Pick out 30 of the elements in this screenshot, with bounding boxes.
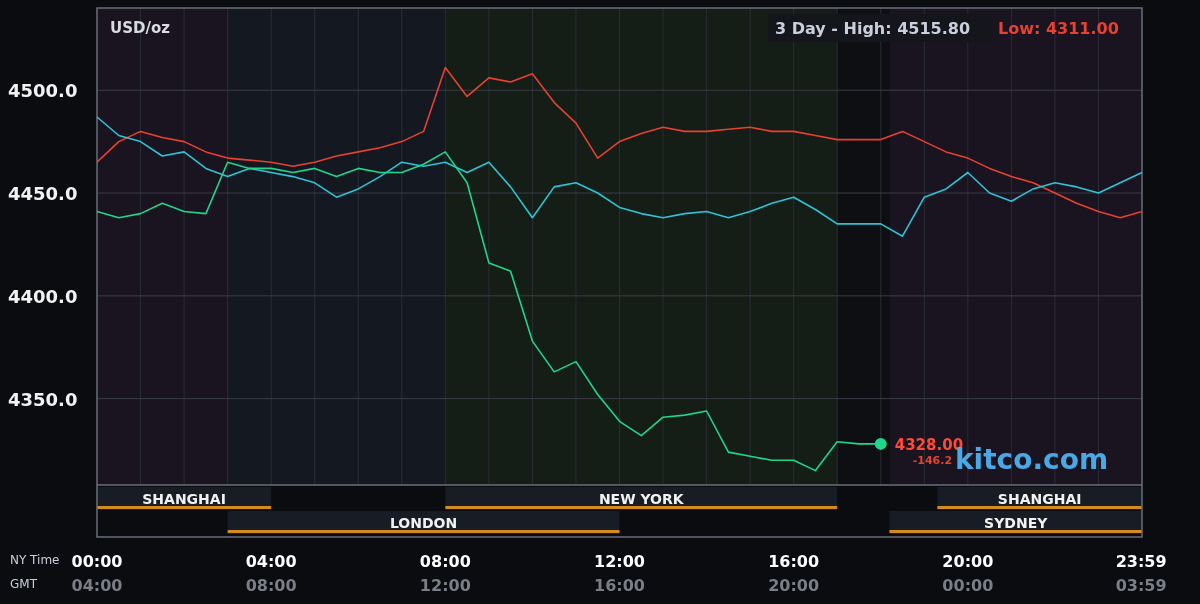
x-axis-label: 20:00 — [942, 552, 994, 571]
y-axis-label: 4450.0 — [8, 183, 78, 205]
unit-label: USD/oz — [110, 19, 170, 37]
gmt-label: 16:00 — [594, 576, 645, 595]
price-change: -146.2 — [912, 453, 953, 467]
x-axis-label: 23:59 — [1115, 552, 1167, 571]
y-axis-label: 4350.0 — [8, 388, 78, 410]
range-label: 3 Day - High: 4515.80 — [775, 19, 971, 38]
x-axis-label: 00:00 — [71, 552, 123, 571]
x-axis-label: 12:00 — [594, 552, 645, 571]
x-axis-label: 16:00 — [768, 552, 820, 571]
gmt-label: 03:59 — [1115, 576, 1167, 595]
low-label: Low: 4311.00 — [998, 19, 1119, 38]
y-axis-label: 4500.0 — [8, 80, 78, 102]
session-bar: SHANGHAI — [97, 487, 272, 510]
last-price-dot — [874, 437, 887, 450]
y-axis-label: 4400.0 — [8, 285, 78, 307]
gmt-label: 00:00 — [942, 576, 994, 595]
session-bar: LONDON — [227, 511, 620, 534]
gmt-label: 04:00 — [71, 576, 123, 595]
session-bar: SHANGHAI — [937, 487, 1142, 510]
gmt-label: 12:00 — [419, 576, 471, 595]
x-axis-label: 08:00 — [419, 552, 471, 571]
x-axis-label: 04:00 — [245, 552, 297, 571]
axis-caption: NY Time — [10, 553, 60, 567]
axis-caption: GMT — [10, 577, 37, 591]
session-bar: NEW YORK — [445, 487, 838, 510]
session-bar: SYDNEY — [889, 511, 1142, 534]
gmt-label: 08:00 — [245, 576, 297, 595]
gmt-label: 20:00 — [768, 576, 820, 595]
